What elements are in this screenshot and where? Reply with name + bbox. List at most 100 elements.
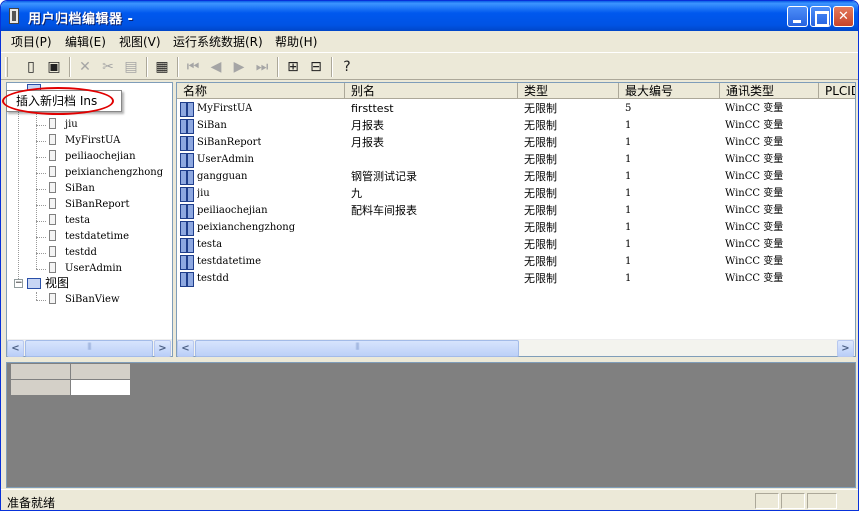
menu-edit[interactable]: 编辑(E) xyxy=(65,33,106,50)
column-header-type[interactable]: 类型 xyxy=(518,83,619,99)
tree-item-label: testdd xyxy=(65,247,97,258)
tree-item-label: 视图 xyxy=(45,276,70,290)
tree-item-archive[interactable]: testdd xyxy=(36,245,97,261)
cell-comm-type: WinCC 变量 xyxy=(725,222,784,233)
cell-comm-type: WinCC 变量 xyxy=(725,154,784,165)
toolbar-separator xyxy=(69,57,71,77)
tree-item-label: SiBan xyxy=(65,183,95,194)
tree-item-label: testa xyxy=(65,215,91,226)
cell-name: MyFirstUA xyxy=(197,103,253,114)
cell-name: peixianchengzhong xyxy=(197,222,296,233)
table-row[interactable]: UserAdmin 无限制 1 WinCC 变量 xyxy=(177,151,855,168)
grid-header-cell[interactable] xyxy=(71,364,131,380)
cell-name: gangguan xyxy=(197,171,248,182)
grid-row-header-cell[interactable] xyxy=(11,380,71,396)
scroll-left-icon[interactable]: < xyxy=(7,340,24,357)
column-header-name[interactable]: 名称 xyxy=(177,83,345,99)
first-record-icon[interactable]: ⏮ xyxy=(183,57,203,77)
archive-list[interactable]: 名称 别名 类型 最大编号 通讯类型 PLCID MyFirstUA firstt… xyxy=(176,82,856,357)
tree-item-archive[interactable]: peixianchengzhong xyxy=(36,165,163,181)
collapse-views-icon[interactable]: − xyxy=(14,279,23,288)
cell-name: testa xyxy=(197,239,223,250)
column-header-alias[interactable]: 别名 xyxy=(345,83,518,99)
minimize-button[interactable] xyxy=(787,6,808,27)
cell-alias: 月报表 xyxy=(351,136,384,149)
tree-item-label: MyFirstUA xyxy=(65,135,121,146)
table-row[interactable]: MyFirstUA firsttest 无限制 5 WinCC 变量 xyxy=(177,100,855,117)
last-record-icon[interactable]: ⏭ xyxy=(252,57,272,77)
cut-icon[interactable]: ✂ xyxy=(98,57,118,77)
grid-cell[interactable] xyxy=(71,380,131,396)
column-header-comm-type[interactable]: 通讯类型 xyxy=(720,83,819,99)
import-icon[interactable]: ⊞ xyxy=(283,57,303,77)
cell-type: 无限制 xyxy=(524,255,557,268)
cell-max-number: 1 xyxy=(625,120,632,131)
new-archive-icon[interactable]: ▯ xyxy=(21,57,41,77)
cell-name: UserAdmin xyxy=(197,154,255,165)
table-view-icon[interactable]: ▦ xyxy=(152,57,172,77)
title-bar[interactable]: 用户归档编辑器 - ✕ xyxy=(1,1,858,31)
table-row[interactable]: testdd 无限制 1 WinCC 变量 xyxy=(177,270,855,287)
list-hscrollbar[interactable]: < > xyxy=(177,339,855,357)
runtime-data-pane[interactable] xyxy=(6,362,856,488)
save-icon[interactable]: ▣ xyxy=(44,57,64,77)
table-row[interactable]: peixianchengzhong 无限制 1 WinCC 变量 xyxy=(177,219,855,236)
tree-item-archive[interactable]: MyFirstUA xyxy=(36,133,121,149)
delete-icon[interactable]: ✕ xyxy=(75,57,95,77)
scroll-thumb[interactable] xyxy=(25,340,153,357)
archive-icon xyxy=(49,150,56,161)
scroll-right-icon[interactable]: > xyxy=(154,340,171,357)
toolbar-grip[interactable] xyxy=(5,57,8,77)
column-header-plcid[interactable]: PLCID xyxy=(819,83,855,99)
menu-view[interactable]: 视图(V) xyxy=(119,33,161,50)
archive-icon xyxy=(180,221,194,236)
archive-icon xyxy=(49,246,56,257)
cell-type: 无限制 xyxy=(524,136,557,149)
table-row[interactable]: gangguan 钢管测试记录 无限制 1 WinCC 变量 xyxy=(177,168,855,185)
table-row[interactable]: SiBan 月报表 无限制 1 WinCC 变量 xyxy=(177,117,855,134)
column-header-max-number[interactable]: 最大编号 xyxy=(619,83,720,99)
tree-item-archive[interactable]: testa xyxy=(36,213,91,229)
scroll-thumb[interactable] xyxy=(195,340,519,357)
table-row[interactable]: testa 无限制 1 WinCC 变量 xyxy=(177,236,855,253)
close-button[interactable]: ✕ xyxy=(833,6,854,27)
archive-tree[interactable]: jiu MyFirstUA peiliaochejian peixianchen… xyxy=(6,82,173,357)
table-row[interactable]: testdatetime 无限制 1 WinCC 变量 xyxy=(177,253,855,270)
next-record-icon[interactable]: ▶ xyxy=(229,57,249,77)
cell-alias: firsttest xyxy=(351,102,394,115)
tree-item-archive[interactable]: jiu xyxy=(36,117,78,133)
list-header: 名称 别名 类型 最大编号 通讯类型 PLCID xyxy=(177,83,855,99)
tree-connector xyxy=(36,141,46,142)
archive-icon xyxy=(49,182,56,193)
app-window: 用户归档编辑器 - ✕ 项目(P) 编辑(E) 视图(V) 运行系统数据(R) … xyxy=(0,0,859,511)
menu-runtime-data[interactable]: 运行系统数据(R) xyxy=(173,33,263,50)
table-row[interactable]: jiu 九 无限制 1 WinCC 变量 xyxy=(177,185,855,202)
tree-item-label: jiu xyxy=(65,119,78,130)
archive-icon xyxy=(49,134,56,145)
table-row[interactable]: SiBanReport 月报表 无限制 1 WinCC 变量 xyxy=(177,134,855,151)
cell-comm-type: WinCC 变量 xyxy=(725,103,784,114)
menu-help[interactable]: 帮助(H) xyxy=(275,33,317,50)
tree-item-view[interactable]: SiBanView xyxy=(36,292,120,308)
scroll-right-icon[interactable]: > xyxy=(837,340,854,357)
toolbar-separator xyxy=(177,57,179,77)
help-icon[interactable]: ? xyxy=(337,57,357,77)
scroll-left-icon[interactable]: < xyxy=(177,340,194,357)
tree-item-archive[interactable]: SiBanReport xyxy=(36,197,129,213)
table-row[interactable]: peiliaochejian 配料车间报表 无限制 1 WinCC 变量 xyxy=(177,202,855,219)
maximize-button[interactable] xyxy=(810,6,831,27)
cell-type: 无限制 xyxy=(524,119,557,132)
cell-name: testdd xyxy=(197,273,229,284)
tree-item-views[interactable]: 视图 xyxy=(27,275,69,291)
tree-item-archive[interactable]: peiliaochejian xyxy=(36,149,136,165)
tree-item-archive[interactable]: SiBan xyxy=(36,181,95,197)
tree-item-archive[interactable]: testdatetime xyxy=(36,229,129,245)
tree-hscrollbar[interactable]: < > xyxy=(7,339,172,357)
tree-connector xyxy=(18,91,19,287)
archive-icon xyxy=(180,272,194,287)
previous-record-icon[interactable]: ◀ xyxy=(206,57,226,77)
menu-project[interactable]: 项目(P) xyxy=(11,33,52,50)
export-icon[interactable]: ⊟ xyxy=(306,57,326,77)
cell-max-number: 1 xyxy=(625,188,632,199)
paste-icon[interactable]: ▤ xyxy=(121,57,141,77)
